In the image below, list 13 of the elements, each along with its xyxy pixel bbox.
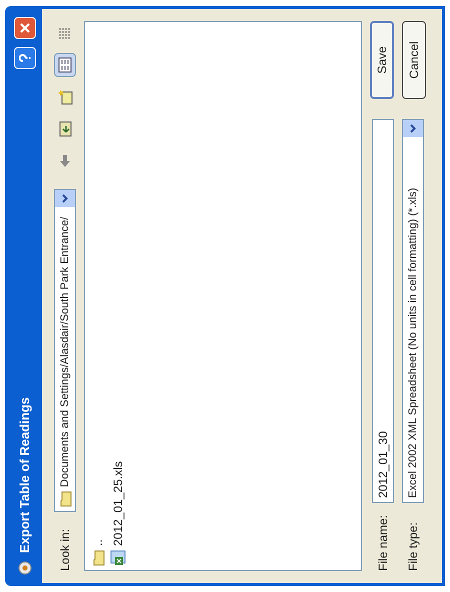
look-in-label: Look in: bbox=[57, 528, 73, 571]
look-in-dropdown[interactable]: Documents and Settings/Alasdair/South Park Entrance/ bbox=[54, 189, 76, 512]
save-button[interactable]: Save bbox=[370, 21, 394, 99]
file-name-label: File name: bbox=[375, 514, 391, 571]
window-title: Export Table of Readings bbox=[16, 396, 34, 553]
file-item[interactable]: 2012_01_25.xls bbox=[109, 461, 127, 546]
cancel-button[interactable]: Cancel bbox=[402, 21, 426, 99]
look-in-path: Documents and Settings/Alasdair/South Park Entrance/ bbox=[58, 216, 72, 488]
file-name-field[interactable]: 2012_01_30 bbox=[372, 119, 394, 503]
file-type-value: Excel 2002 XML Spreadsheet (No units in cell formatting) (*.xls) bbox=[406, 186, 420, 498]
file-type-dropdown[interactable]: Excel 2002 XML Spreadsheet (No units in cell formatting) (*.xls) bbox=[402, 119, 424, 503]
file-type-label: File type: bbox=[405, 521, 421, 571]
file-item[interactable]: .. bbox=[89, 539, 107, 546]
